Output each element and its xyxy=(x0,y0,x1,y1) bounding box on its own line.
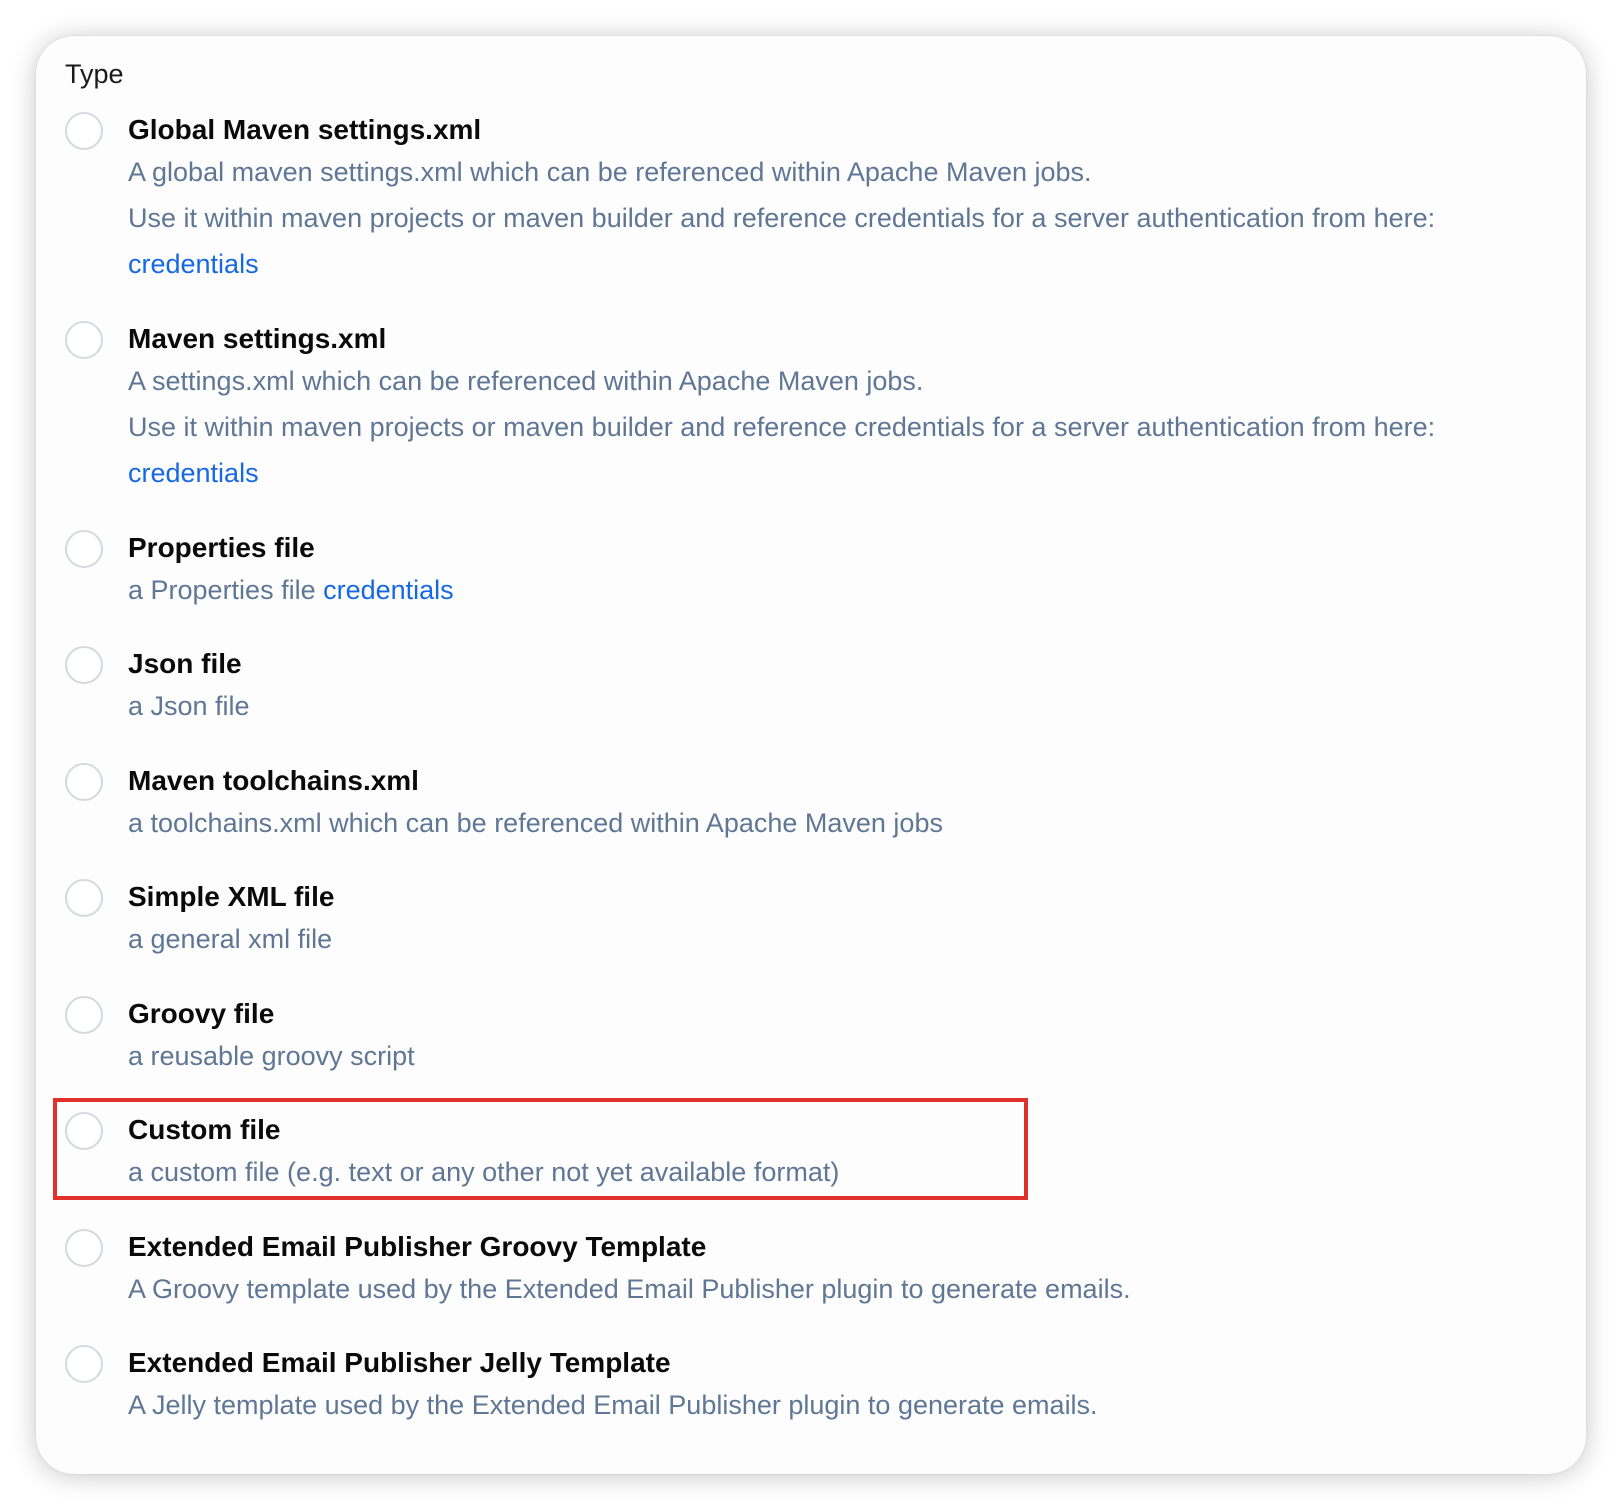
credentials-link[interactable]: credentials xyxy=(128,458,259,488)
radio-json-file[interactable] xyxy=(65,646,103,684)
option-description: A Groovy template used by the Extended E… xyxy=(128,1274,1131,1304)
option-description-extra: Use it within maven projects or maven bu… xyxy=(128,412,1436,442)
option-title[interactable]: Global Maven settings.xml xyxy=(128,110,481,150)
option-description: A global maven settings.xml which can be… xyxy=(128,157,1092,187)
option-title[interactable]: Properties file xyxy=(128,528,315,568)
radio-email-jelly-template[interactable] xyxy=(65,1345,103,1383)
radio-email-groovy-template[interactable] xyxy=(65,1229,103,1267)
config-file-type-panel: Type Global Maven settings.xml A global … xyxy=(36,36,1586,1474)
option-title[interactable]: Extended Email Publisher Groovy Template xyxy=(128,1227,706,1267)
option-title[interactable]: Maven settings.xml xyxy=(128,319,386,359)
radio-maven-settings[interactable] xyxy=(65,321,103,359)
option-title[interactable]: Simple XML file xyxy=(128,877,334,917)
option-description: a toolchains.xml which can be referenced… xyxy=(128,808,943,838)
option-description: A settings.xml which can be referenced w… xyxy=(128,366,924,396)
option-description: a Json file xyxy=(128,691,250,721)
option-description: a Properties file xyxy=(128,575,316,605)
option-title[interactable]: Groovy file xyxy=(128,994,274,1034)
option-description: a general xml file xyxy=(128,924,333,954)
type-label: Type xyxy=(65,59,124,89)
option-description: a reusable groovy script xyxy=(128,1041,415,1071)
radio-properties-file[interactable] xyxy=(65,530,103,568)
option-title[interactable]: Extended Email Publisher Jelly Template xyxy=(128,1343,671,1383)
radio-global-maven-settings[interactable] xyxy=(65,112,103,150)
option-title[interactable]: Custom file xyxy=(128,1110,280,1150)
option-description: A Jelly template used by the Extended Em… xyxy=(128,1390,1098,1420)
credentials-link[interactable]: credentials xyxy=(323,575,454,605)
option-title[interactable]: Json file xyxy=(128,644,242,684)
option-title[interactable]: Maven toolchains.xml xyxy=(128,761,419,801)
radio-maven-toolchains[interactable] xyxy=(65,763,103,801)
radio-custom-file[interactable] xyxy=(65,1112,103,1150)
radio-groovy-file[interactable] xyxy=(65,996,103,1034)
credentials-link[interactable]: credentials xyxy=(128,249,259,279)
option-description-extra: Use it within maven projects or maven bu… xyxy=(128,203,1436,233)
option-description: a custom file (e.g. text or any other no… xyxy=(128,1157,840,1187)
radio-simple-xml-file[interactable] xyxy=(65,879,103,917)
